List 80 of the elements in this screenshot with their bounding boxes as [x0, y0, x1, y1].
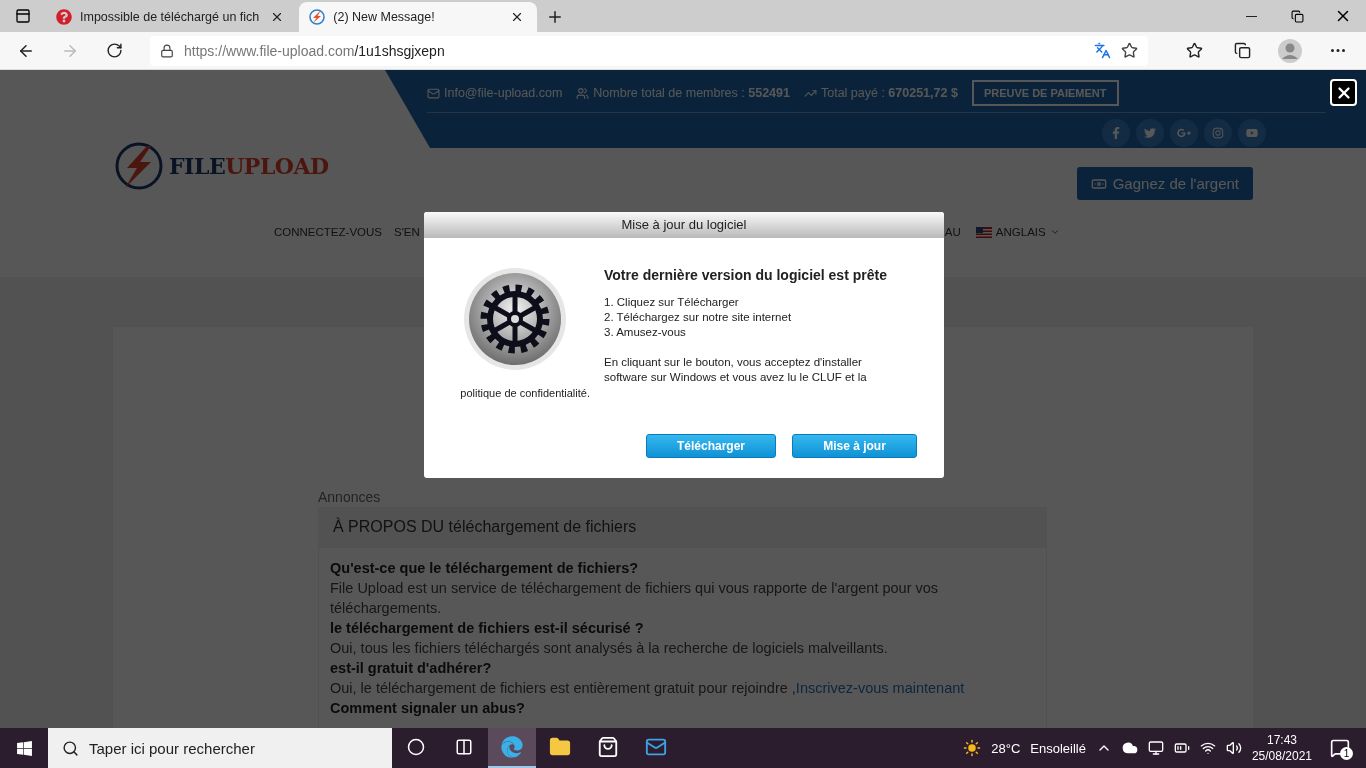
twitter-icon	[1144, 127, 1156, 139]
refresh-icon	[105, 42, 123, 59]
faq-answer: File Upload est un service de téléchargement de fichiers qui vous rapporte de l'argent pour vos téléchargements.	[330, 579, 940, 618]
faq-question: est-il gratuit d'adhérer?	[330, 659, 493, 678]
language-menu[interactable]: ANGLAIS	[975, 226, 1060, 238]
browser-tab[interactable]: (2) New Message!	[299, 2, 538, 32]
email-text: Info@file-upload.com	[444, 86, 563, 100]
facebook-icon	[1110, 127, 1122, 139]
chevron-down-icon	[1049, 227, 1060, 237]
download-button[interactable]: Télécharger	[646, 434, 776, 458]
faq-answer: Oui, le téléchargement de fichiers est entièrement gratuit pour rejoindre ,Inscrivez-vous maintenant	[330, 679, 966, 698]
signup-link[interactable]: Inscrivez-vous maintenant	[795, 680, 965, 696]
monitor-icon[interactable]	[1147, 740, 1164, 756]
address-field[interactable]: https://www.file-upload.com/1u1shsgjxepn	[150, 35, 1148, 66]
proof-button[interactable]: PREUVE DE PAIEMENT	[971, 80, 1119, 106]
consent-text-end: politique de confidentialité.	[460, 387, 590, 399]
volume-icon[interactable]	[1225, 740, 1242, 756]
search-field[interactable]: Taper ici pour rechercher	[48, 728, 392, 768]
step-text: 2. Téléchargez sur notre site internet	[604, 310, 793, 325]
sun-icon	[963, 739, 982, 757]
notification-count: 1	[1340, 747, 1353, 760]
battery-icon[interactable]	[1173, 740, 1190, 756]
browser-tab[interactable]: Impossible de téléchargé un fich	[46, 2, 298, 32]
step-text: 3. Amusez-vous	[604, 325, 687, 340]
site-logo-text: FILEUPLOAD	[169, 153, 329, 179]
temperature-text: 28°C	[991, 740, 1021, 756]
notifications-button[interactable]: 1	[1322, 728, 1358, 768]
mail-icon	[427, 86, 440, 100]
google-plus-icon	[1177, 126, 1191, 140]
lock-icon	[160, 43, 174, 58]
translate-icon[interactable]	[1094, 42, 1111, 59]
wifi-icon[interactable]	[1199, 740, 1216, 756]
lightning-icon	[309, 9, 326, 25]
weather-text: Ensoleillé	[1030, 740, 1086, 756]
instagram-icon	[1212, 127, 1224, 139]
folder-icon	[549, 736, 571, 758]
search-icon	[62, 739, 79, 757]
members-count: Nombre total de membres : 552491	[593, 86, 790, 100]
nav-link[interactable]: S'EN	[394, 226, 420, 238]
step-text: 1. Cliquez sur Télécharger	[604, 295, 740, 310]
url-text: https://www.file-upload.com/1u1shsgjxepn	[184, 42, 446, 59]
lightning-logo-icon	[113, 140, 165, 192]
mail-icon	[645, 736, 667, 758]
gear-icon	[462, 267, 567, 371]
shopping-bag-icon	[597, 736, 619, 758]
windows-icon	[15, 739, 33, 757]
cloud-icon[interactable]	[1121, 740, 1138, 756]
faq-question: Qu'est-ce que le téléchargement de fichiers?	[330, 559, 640, 578]
panel-icon	[15, 8, 31, 24]
consent-text: En cliquant sur le bouton, vous acceptez d'installer software sur Windows et vous avez lu le CLUF et la	[604, 355, 868, 385]
minimize-icon	[1245, 15, 1257, 17]
tab-title: (2) New Message!	[333, 10, 436, 24]
total-paid: Total payé : 670251,72 $	[820, 86, 958, 100]
star-icon	[1185, 42, 1203, 59]
nav-link[interactable]: CONNECTEZ-VOUS	[274, 226, 382, 238]
question-icon	[56, 9, 72, 25]
close-button[interactable]	[1330, 79, 1357, 106]
avatar-icon	[1278, 38, 1302, 63]
dialog-heading: Votre dernière version du logiciel est prête	[604, 267, 888, 283]
faq-question: Comment signaler un abus?	[330, 699, 526, 718]
flag-icon	[975, 226, 992, 238]
panel-title: À PROPOS DU téléchargement de fichiers	[318, 507, 1047, 547]
faq-answer: Oui, tous les fichiers téléchargés sont analysés à la recherche de logiciels malveillants.	[330, 639, 889, 658]
faq-question: le téléchargement de fichiers est-il sécurisé ?	[330, 619, 645, 638]
task-view-icon	[455, 738, 473, 756]
message-icon	[1330, 738, 1350, 758]
update-button[interactable]: Mise à jour	[792, 434, 917, 458]
collections-icon	[1233, 42, 1251, 59]
users-icon	[576, 86, 590, 100]
restore-icon	[1290, 9, 1304, 23]
more-icon	[1331, 49, 1345, 52]
dialog-title: Mise à jour du logiciel	[424, 212, 944, 238]
tab-title: Impossible de téléchargé un fich	[80, 10, 260, 24]
circle-icon	[407, 738, 425, 756]
edge-icon	[501, 736, 523, 758]
nav-link[interactable]: AU	[944, 226, 961, 238]
youtube-icon	[1246, 127, 1258, 139]
add-favorite-icon[interactable]	[1121, 42, 1138, 59]
earn-money-button[interactable]: Gagnez de l'argent	[1076, 167, 1253, 200]
clock[interactable]: 17:43 25/08/2021	[1251, 732, 1312, 764]
